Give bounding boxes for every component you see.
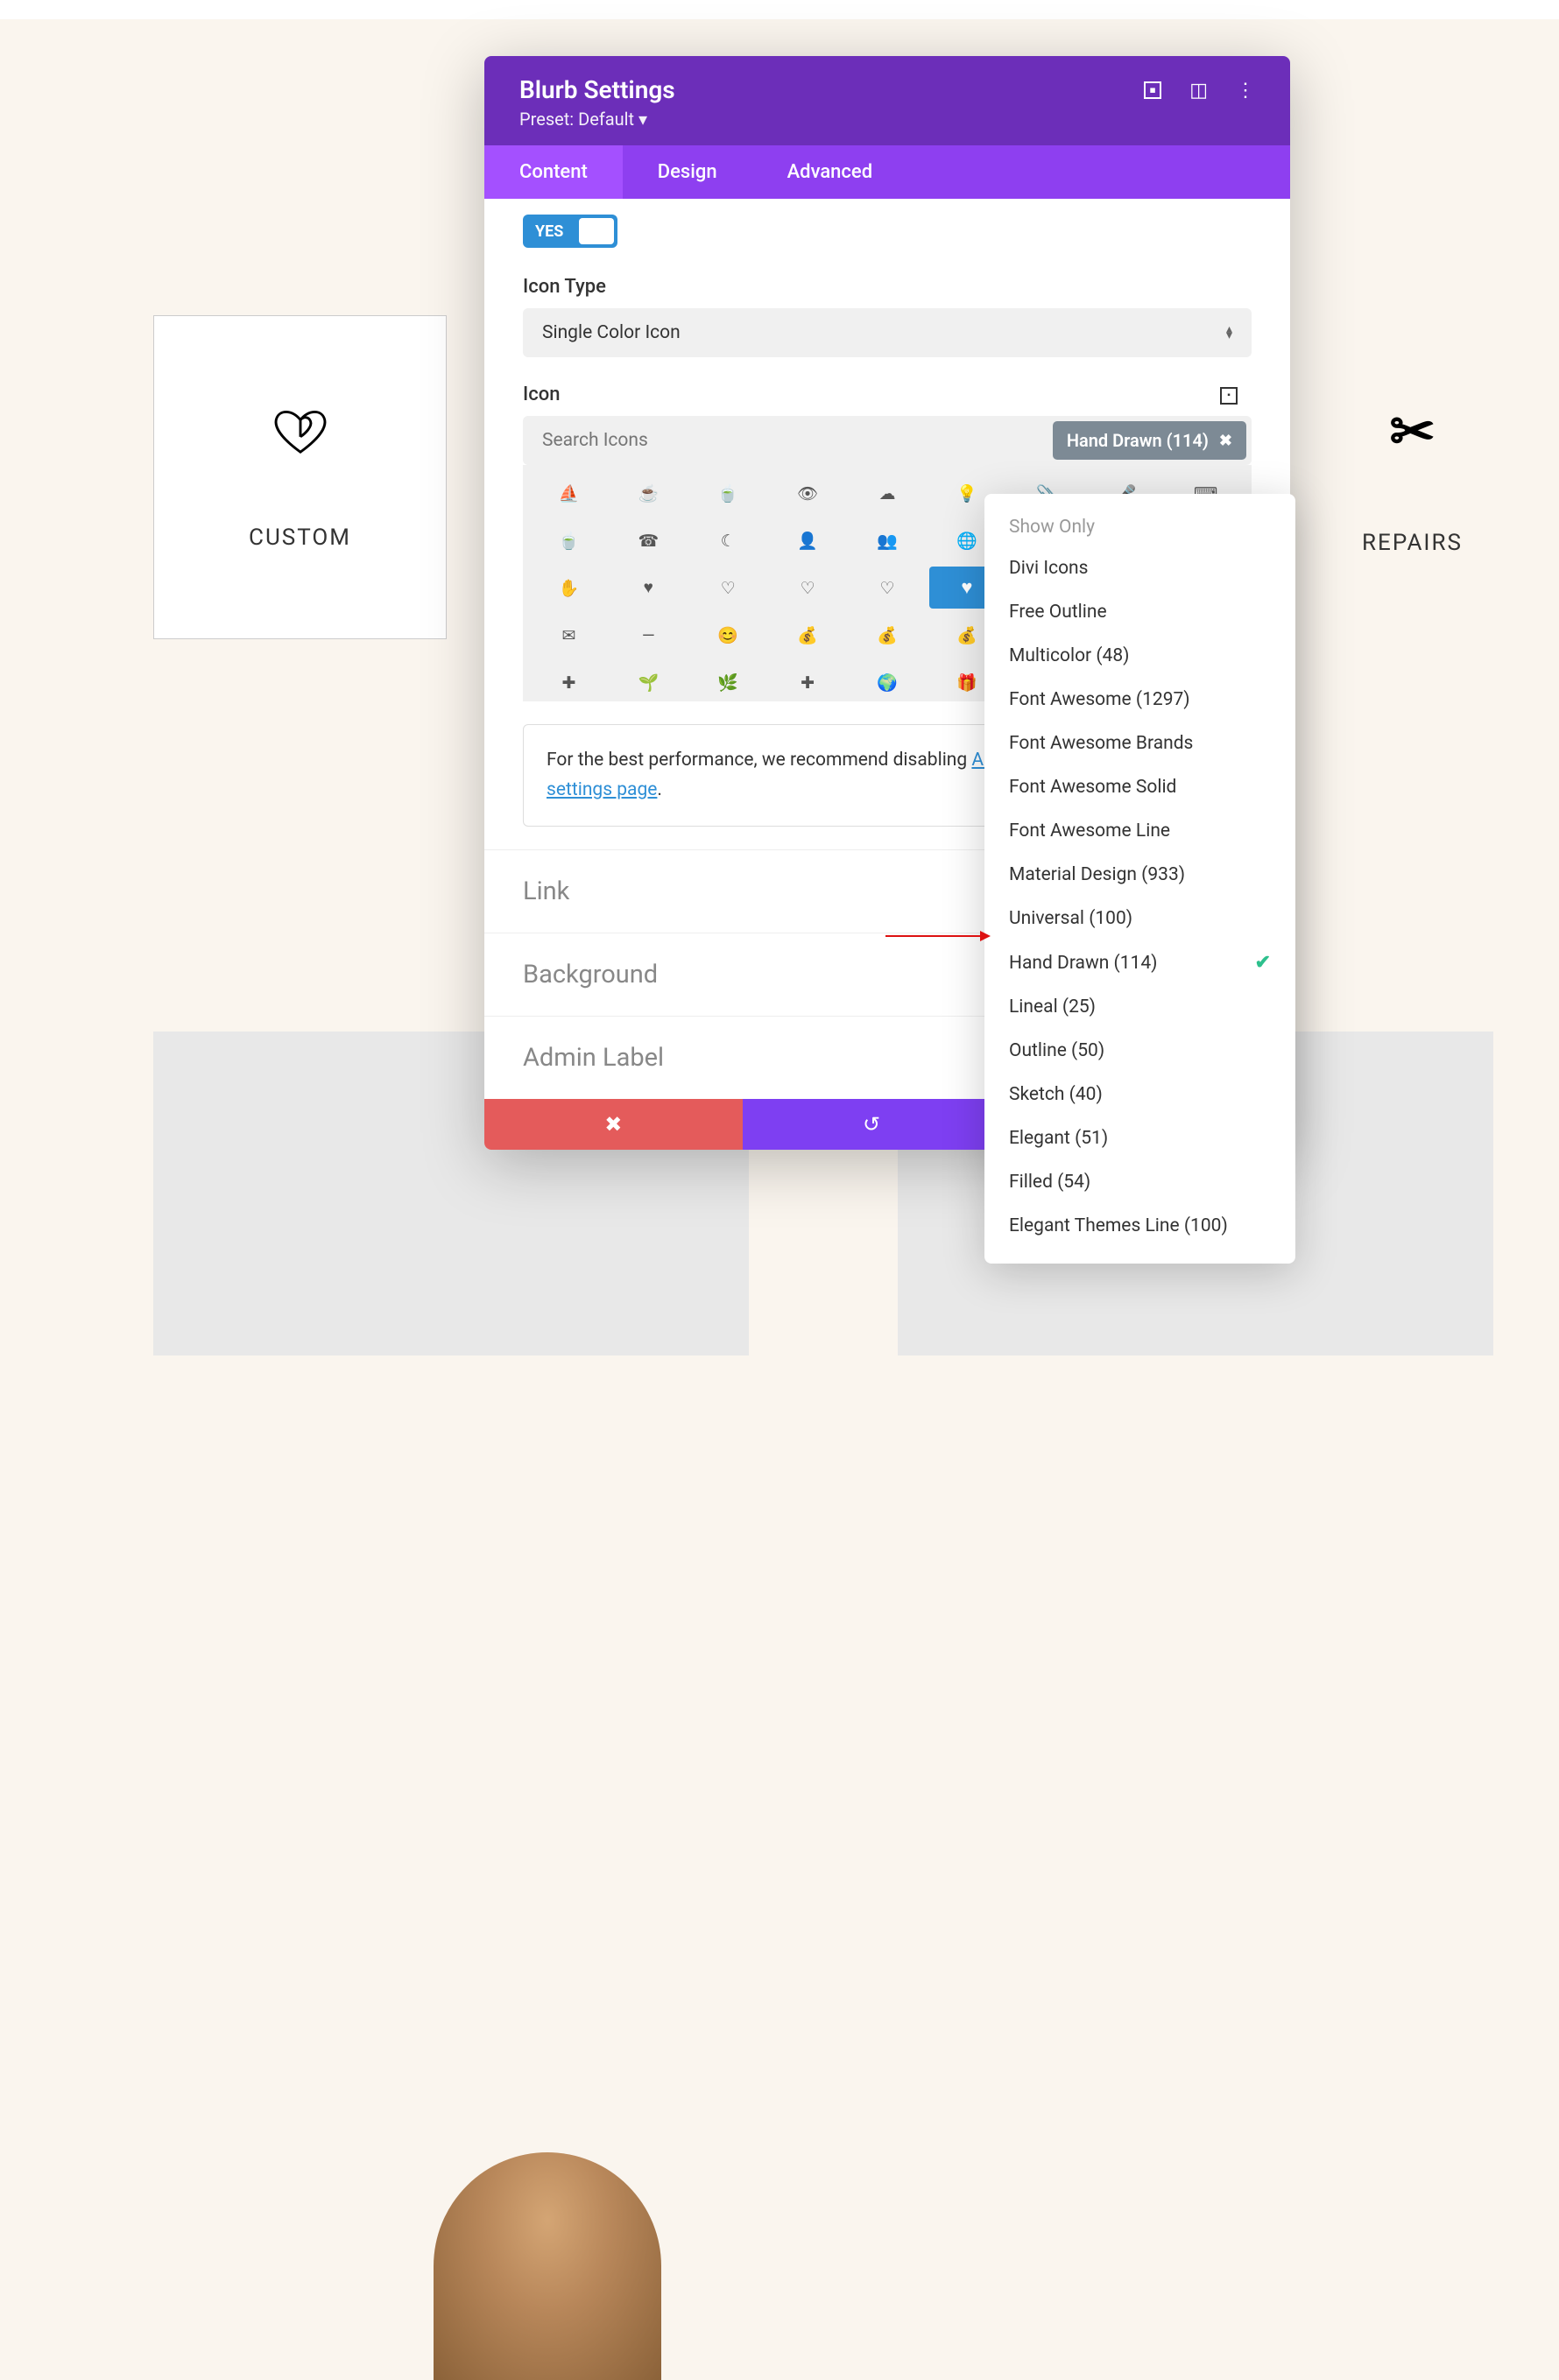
tab-advanced[interactable]: Advanced: [752, 145, 908, 199]
icon-type-label: Icon Type: [484, 257, 1290, 308]
dropdown-header: Show Only: [984, 506, 1295, 546]
filter-option[interactable]: Free Outline: [984, 590, 1295, 634]
columns-icon[interactable]: ◫: [1189, 80, 1208, 102]
preview-card-custom: CUSTOM: [153, 315, 447, 639]
preset-selector[interactable]: Preset: Default ▾: [519, 109, 675, 130]
icon-option[interactable]: ♥: [611, 567, 686, 609]
yes-toggle[interactable]: YES: [523, 215, 617, 248]
filter-option[interactable]: Hand Drawn (114)✔: [984, 940, 1295, 985]
expand-icon[interactable]: ▪: [1144, 80, 1161, 102]
icon-option[interactable]: ♡: [850, 567, 925, 609]
filter-option[interactable]: Filled (54): [984, 1160, 1295, 1204]
filter-option[interactable]: Sketch (40): [984, 1073, 1295, 1116]
icon-option[interactable]: ✚: [771, 661, 845, 701]
icon-option[interactable]: ✚: [532, 661, 606, 701]
icon-option[interactable]: 💰: [771, 614, 845, 656]
filter-chip-hand-drawn[interactable]: Hand Drawn (114) ✖: [1053, 421, 1246, 460]
undo-button[interactable]: ↺: [743, 1099, 1001, 1150]
icon-option[interactable]: 🍵: [532, 519, 606, 561]
scissors-icon: ✂: [1390, 399, 1436, 464]
icon-option[interactable]: 👁: [771, 472, 845, 514]
card-label: REPAIRS: [1362, 530, 1463, 556]
icon-search-row: Hand Drawn (114) ✖: [523, 416, 1252, 465]
icon-option[interactable]: 🌱: [611, 661, 686, 701]
search-icons-input[interactable]: [523, 416, 1048, 465]
icon-option[interactable]: ✉: [532, 614, 606, 656]
filter-option[interactable]: Material Design (933): [984, 853, 1295, 897]
filter-option[interactable]: Font Awesome Brands: [984, 722, 1295, 765]
modal-header: Blurb Settings Preset: Default ▾ ▪ ◫ ⋮: [484, 56, 1290, 145]
filter-option[interactable]: Font Awesome Solid: [984, 765, 1295, 809]
filter-option[interactable]: Elegant Themes Line (100): [984, 1204, 1295, 1248]
icon-option[interactable]: 👤: [771, 519, 845, 561]
filter-option[interactable]: Lineal (25): [984, 985, 1295, 1029]
icon-option[interactable]: ⛵: [532, 472, 606, 514]
tabs: Content Design Advanced: [484, 145, 1290, 199]
filter-option[interactable]: Elegant (51): [984, 1116, 1295, 1160]
filter-option[interactable]: Universal (100): [984, 897, 1295, 940]
expand-icon[interactable]: ▪: [1220, 384, 1238, 405]
select-arrows-icon: ▴▾: [1226, 327, 1232, 339]
filter-option[interactable]: Font Awesome Line: [984, 809, 1295, 853]
icon-option[interactable]: ✋: [532, 567, 606, 609]
annotation-arrow: [885, 935, 989, 937]
preview-card-repairs: ✂ REPAIRS: [1266, 315, 1559, 639]
icon-option[interactable]: 👥: [850, 519, 925, 561]
icon-option[interactable]: 🌍: [850, 661, 925, 701]
more-icon[interactable]: ⋮: [1236, 80, 1255, 102]
check-icon: ✔: [1255, 952, 1271, 974]
filter-option[interactable]: Divi Icons: [984, 546, 1295, 590]
icon-type-select[interactable]: Single Color Icon ▴▾: [523, 308, 1252, 357]
modal-title: Blurb Settings: [519, 75, 675, 104]
icon-option[interactable]: 😊: [691, 614, 765, 656]
icon-option[interactable]: ♡: [771, 567, 845, 609]
icon-option[interactable]: 🍵: [691, 472, 765, 514]
icon-option[interactable]: —: [611, 614, 686, 656]
icon-option[interactable]: 🌿: [691, 661, 765, 701]
cancel-button[interactable]: ✖: [484, 1099, 743, 1150]
toggle-knob: [579, 218, 614, 244]
icon-option[interactable]: ☕: [611, 472, 686, 514]
blurb-settings-modal: Blurb Settings Preset: Default ▾ ▪ ◫ ⋮ C…: [484, 56, 1290, 1150]
heart-leaf-icon: [266, 405, 335, 459]
icon-option[interactable]: ☾: [691, 519, 765, 561]
icon-option[interactable]: ☁: [850, 472, 925, 514]
card-label: CUSTOM: [249, 525, 351, 551]
filter-option[interactable]: Outline (50): [984, 1029, 1295, 1073]
person-photo: [434, 2152, 661, 2380]
icon-option[interactable]: 💰: [850, 614, 925, 656]
filter-dropdown: Show Only Divi IconsFree OutlineMulticol…: [984, 494, 1295, 1264]
close-icon[interactable]: ✖: [1219, 432, 1232, 450]
icon-label: Icon: [523, 384, 560, 405]
filter-option[interactable]: Multicolor (48): [984, 634, 1295, 678]
icon-option[interactable]: ☎: [611, 519, 686, 561]
tab-design[interactable]: Design: [623, 145, 752, 199]
filter-option[interactable]: Font Awesome (1297): [984, 678, 1295, 722]
icon-option[interactable]: ♡: [691, 567, 765, 609]
tab-content[interactable]: Content: [484, 145, 623, 199]
